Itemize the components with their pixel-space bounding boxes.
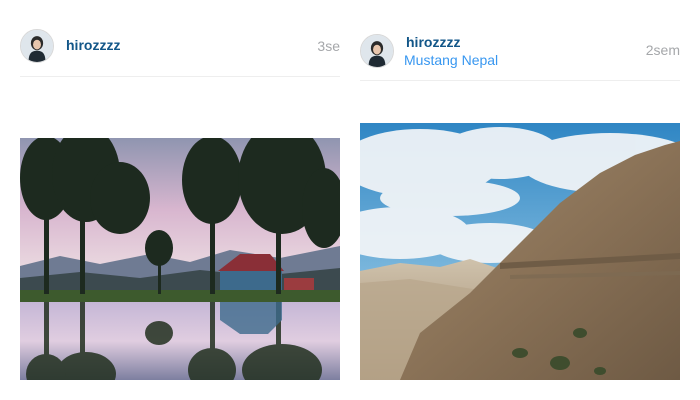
post-timestamp: 3se bbox=[317, 38, 340, 54]
post-photo[interactable] bbox=[360, 123, 680, 380]
post-header: hirozzzz 3se bbox=[20, 0, 340, 77]
lake-barn-trees-photo bbox=[20, 138, 340, 380]
post-header: hirozzzz Mustang Nepal 2sem bbox=[360, 0, 680, 81]
username-link[interactable]: hirozzzz bbox=[66, 37, 120, 53]
username-link[interactable]: hirozzzz bbox=[406, 34, 460, 50]
location-link[interactable]: Mustang Nepal bbox=[404, 52, 498, 68]
avatar-icon bbox=[361, 35, 393, 67]
post-timestamp: 2sem bbox=[645, 42, 680, 58]
post-photo[interactable] bbox=[20, 138, 340, 380]
avatar-icon bbox=[21, 30, 53, 62]
feed-post: hirozzzz 3se bbox=[20, 0, 340, 400]
avatar[interactable] bbox=[360, 34, 394, 68]
avatar[interactable] bbox=[20, 29, 54, 63]
feed-post: hirozzzz Mustang Nepal 2sem bbox=[360, 0, 680, 400]
mountain-cliff-photo bbox=[360, 123, 680, 380]
